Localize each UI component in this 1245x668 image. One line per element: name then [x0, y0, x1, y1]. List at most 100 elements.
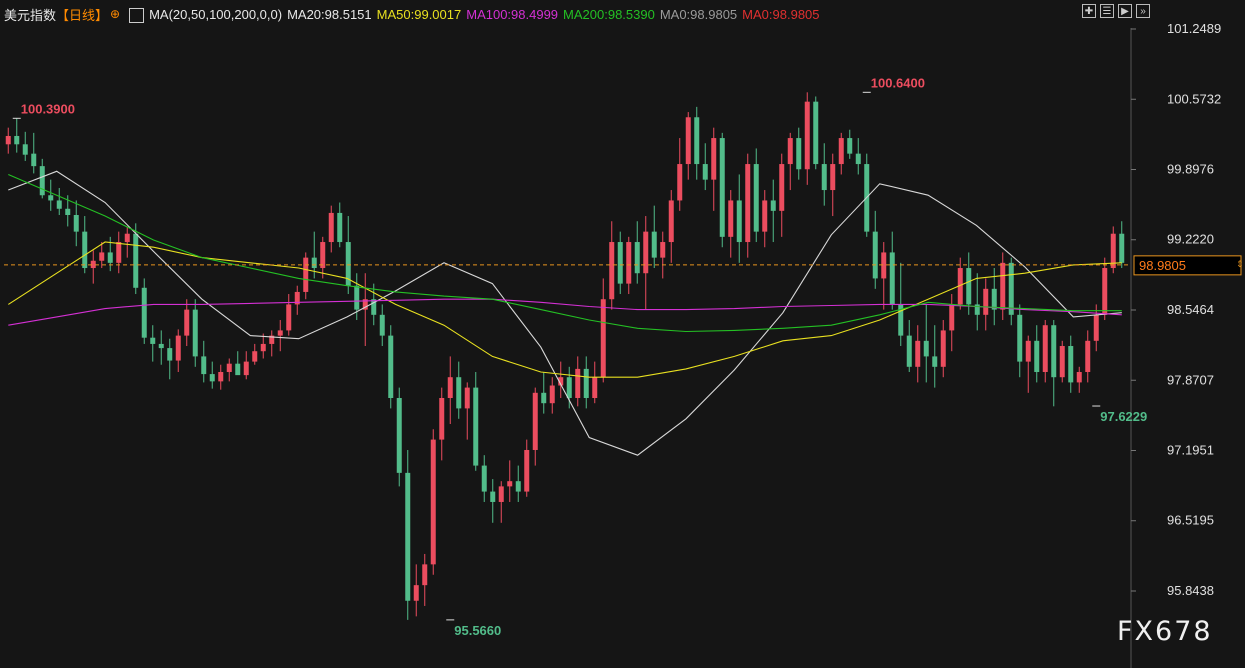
- candle-body: [804, 101, 810, 170]
- candlestick-chart[interactable]: 101.2489 100.5732 99.8976 99.2220 98.5464 97.…: [0, 0, 1245, 668]
- candle-body: [694, 117, 700, 165]
- candle-body: [524, 449, 530, 492]
- candle-body: [1034, 340, 1040, 373]
- candle-body: [770, 200, 776, 211]
- candle-body: [889, 252, 895, 305]
- candle-body: [813, 101, 819, 165]
- candle-body: [1059, 346, 1065, 378]
- candle-body: [141, 287, 147, 338]
- candle-body: [175, 335, 181, 361]
- candle-body: [14, 135, 20, 145]
- candle-body: [617, 242, 623, 284]
- current-price-label: 98.9805: [1139, 258, 1186, 273]
- candle-body: [133, 233, 139, 288]
- candle-body: [379, 314, 385, 336]
- y-tick-label: 97.8707: [1167, 372, 1214, 387]
- candle-body: [1025, 340, 1031, 362]
- y-tick-label: 97.1951: [1167, 442, 1214, 457]
- candle-body: [762, 200, 768, 232]
- candle-body: [235, 363, 241, 376]
- candle-body: [779, 164, 785, 211]
- candle-body: [5, 135, 11, 145]
- candle-body: [719, 138, 725, 237]
- candle-body: [388, 335, 394, 398]
- candle-body: [821, 164, 827, 191]
- candle-body: [184, 309, 190, 336]
- candle-body: [532, 392, 538, 450]
- candle-body: [1093, 314, 1099, 341]
- candle-body: [753, 164, 759, 232]
- candle-body: [150, 337, 156, 344]
- candle-body: [1017, 314, 1023, 362]
- high-annotation: 100.3900: [21, 101, 75, 116]
- candle-body: [966, 268, 972, 305]
- candle-body: [252, 351, 258, 362]
- y-tick-label: 99.8976: [1167, 162, 1214, 177]
- candle-body: [685, 117, 691, 165]
- candle-body: [22, 144, 28, 155]
- candle-body: [99, 252, 105, 261]
- candle-body: [286, 304, 292, 331]
- candle-body: [745, 164, 751, 243]
- candle-body: [838, 138, 844, 165]
- candle-body: [167, 348, 173, 361]
- candle-body: [847, 138, 853, 154]
- candle-body: [48, 195, 54, 201]
- candle-body: [192, 309, 198, 357]
- candle-body: [422, 564, 428, 586]
- candle-body: [158, 343, 164, 349]
- candle-body: [915, 340, 921, 367]
- candle-body: [498, 486, 504, 502]
- candle-body: [940, 330, 946, 367]
- candle-body: [651, 231, 657, 258]
- candle-body: [600, 299, 606, 378]
- candle-body: [31, 153, 37, 167]
- ma200-line: [8, 173, 1122, 333]
- ma20-line: [8, 170, 1122, 456]
- candle-body: [56, 200, 62, 209]
- candle-body: [592, 377, 598, 398]
- candle-body: [39, 166, 45, 196]
- candle-body: [711, 138, 717, 180]
- candle-body: [736, 200, 742, 243]
- candle-body: [311, 257, 317, 269]
- candle-body: [728, 200, 734, 237]
- candle-body: [124, 233, 130, 243]
- candle-body: [515, 481, 521, 492]
- candle-body: [481, 465, 487, 492]
- candle-body: [923, 340, 929, 357]
- candle-body: [277, 330, 283, 336]
- candle-body: [872, 231, 878, 279]
- candle-body: [1102, 268, 1108, 315]
- ma100-line: [8, 298, 1122, 326]
- candle-body: [677, 164, 683, 201]
- candle-body: [566, 377, 572, 398]
- y-tick-label: 98.5464: [1167, 302, 1214, 317]
- candle-body: [73, 215, 79, 232]
- candle-body: [320, 242, 326, 269]
- candle-body: [949, 304, 955, 331]
- candle-body: [439, 397, 445, 440]
- candle-body: [413, 585, 419, 601]
- y-tick-label: 101.2489: [1167, 21, 1221, 36]
- candle-body: [447, 377, 453, 398]
- candle-body: [541, 392, 547, 404]
- candle-body: [218, 372, 224, 382]
- y-tick-label: 95.8438: [1167, 583, 1214, 598]
- candle-body: [1085, 340, 1091, 373]
- candle-body: [243, 361, 249, 376]
- candle-body: [702, 164, 708, 180]
- candle-body: [1051, 325, 1057, 378]
- low-annotation: 97.6229: [1100, 409, 1147, 424]
- candle-body: [668, 200, 674, 243]
- candle-body: [991, 288, 997, 310]
- candle-body: [201, 356, 207, 375]
- candle-body: [226, 363, 232, 373]
- candle-body: [354, 285, 360, 310]
- candle-body: [1042, 325, 1048, 373]
- candle-body: [456, 377, 462, 409]
- candle-body: [303, 257, 309, 292]
- candle-body: [855, 153, 861, 165]
- candle-body: [82, 231, 88, 269]
- y-tick-label: 99.2220: [1167, 232, 1214, 247]
